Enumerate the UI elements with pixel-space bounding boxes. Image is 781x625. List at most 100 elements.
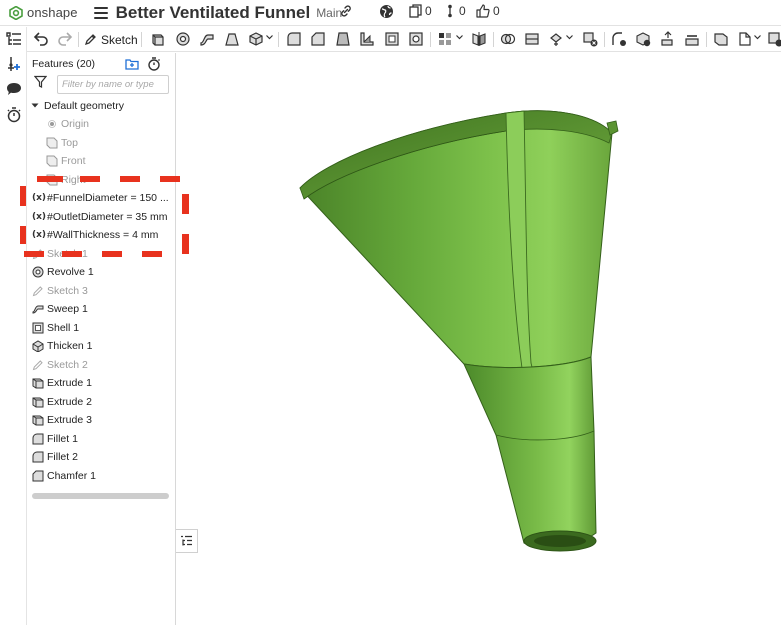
chamfer-tool-icon[interactable] [310, 31, 326, 47]
sweep-tool-icon[interactable] [199, 31, 215, 47]
list-item[interactable]: (x) #FunnelDiameter = 150 ... [32, 189, 180, 207]
fillet-icon [32, 433, 44, 445]
list-item[interactable]: Chamfer 1 [32, 467, 180, 485]
transform-tool-icon[interactable] [548, 31, 564, 47]
boolean-tool-icon[interactable] [500, 31, 516, 47]
replace-face-icon[interactable] [684, 31, 700, 47]
filter-icon[interactable] [34, 75, 47, 88]
sketch-label: Sketch [101, 32, 138, 47]
list-item[interactable]: (x) #WallThickness = 4 mm [32, 226, 180, 244]
chevron-down-icon[interactable] [754, 35, 761, 40]
list-item[interactable]: (x) #OutletDiameter = 35 mm [32, 208, 180, 226]
top-bar: onshape Better Ventilated Funnel Main 0 … [0, 0, 781, 26]
undo-icon[interactable] [33, 31, 49, 47]
variable-icon: (x) [32, 230, 47, 240]
plane-icon [46, 155, 58, 167]
list-item[interactable]: Fillet 2 [32, 448, 180, 466]
left-rail [0, 27, 27, 625]
likes-count: 0 [493, 4, 500, 18]
plane-tool-icon[interactable] [713, 31, 729, 47]
sketch-icon [32, 360, 43, 371]
origin-icon [48, 120, 56, 128]
shell-icon [32, 322, 44, 334]
hamburger-menu-icon[interactable] [93, 6, 108, 19]
link-icon[interactable] [339, 4, 353, 18]
pencil-icon [84, 34, 96, 46]
split-tool-icon[interactable] [524, 31, 540, 47]
rib-tool-icon[interactable] [359, 31, 375, 47]
chevron-down-icon[interactable] [456, 35, 463, 40]
hole-tool-icon[interactable] [408, 31, 424, 47]
thicken-tool-icon[interactable] [248, 31, 264, 47]
sketch-button[interactable]: Sketch [84, 30, 138, 49]
list-item[interactable]: Front [46, 152, 194, 170]
list-item[interactable]: Origin [46, 115, 194, 133]
extrude-tool-icon[interactable] [150, 31, 166, 47]
shell-tool-icon[interactable] [384, 31, 400, 47]
add-folder-icon[interactable] [125, 57, 139, 71]
list-item[interactable]: Extrude 2 [32, 393, 180, 411]
branches-count: 0 [459, 4, 466, 18]
globe-icon[interactable] [379, 4, 394, 19]
brand-name: onshape [27, 5, 78, 20]
chamfer-icon [32, 470, 44, 482]
delete-icon[interactable] [767, 31, 781, 47]
draft-tool-icon[interactable] [335, 31, 351, 47]
branches-counter[interactable]: 0 [446, 4, 466, 18]
chevron-down-icon[interactable] [266, 35, 273, 40]
list-item[interactable]: Thicken 1 [32, 337, 180, 355]
horizontal-scrollbar[interactable] [32, 493, 169, 499]
list-item[interactable]: Sweep 1 [32, 300, 180, 318]
history-stopwatch-icon[interactable] [6, 107, 22, 123]
revolve-tool-icon[interactable] [175, 31, 191, 47]
onshape-logo[interactable]: onshape [9, 5, 78, 20]
list-item[interactable]: Fillet 1 [32, 430, 180, 448]
mate-connector-icon[interactable] [737, 31, 753, 47]
onshape-app: onshape Better Ventilated Funnel Main 0 … [0, 0, 781, 625]
funnel-model[interactable] [176, 53, 781, 625]
delete-part-icon[interactable] [582, 31, 598, 47]
graphics-area[interactable] [176, 53, 781, 625]
list-item[interactable]: Shell 1 [32, 319, 180, 337]
fillet-tool-icon[interactable] [286, 31, 302, 47]
instances-icon[interactable] [6, 56, 22, 72]
list-item[interactable]: Top [46, 134, 194, 152]
list-item[interactable]: Extrude 3 [32, 411, 180, 429]
list-item[interactable]: Sketch 2 [32, 356, 180, 374]
redo-icon[interactable] [57, 31, 73, 47]
thicken-icon [32, 340, 44, 352]
document-title[interactable]: Better Ventilated Funnel [116, 3, 311, 23]
likes-counter[interactable]: 0 [476, 4, 500, 18]
mirror-tool-icon[interactable] [471, 31, 487, 47]
loft-tool-icon[interactable] [224, 31, 240, 47]
versions-icon [409, 4, 422, 18]
list-item[interactable]: Default geometry [31, 97, 179, 115]
move-face-icon[interactable] [660, 31, 676, 47]
list-item[interactable]: Sketch 3 [32, 282, 180, 300]
feature-list-icon[interactable] [6, 31, 22, 47]
funnel-neck [463, 356, 597, 548]
rollback-stopwatch-icon[interactable] [147, 57, 161, 71]
sketch-icon [32, 286, 43, 297]
branch-icon [448, 4, 452, 18]
extrude-icon [32, 397, 44, 408]
thumbs-up-icon [476, 4, 490, 18]
fillet-icon [32, 451, 44, 463]
list-item[interactable]: Revolve 1 [32, 263, 180, 281]
comments-icon[interactable] [6, 81, 22, 97]
delete-face-icon[interactable] [635, 31, 651, 47]
modify-fillet-icon[interactable] [611, 31, 627, 47]
filter-input[interactable] [57, 75, 169, 94]
variable-icon: (x) [32, 212, 47, 222]
caret-down-icon[interactable] [31, 103, 39, 109]
versions-count: 0 [425, 4, 432, 18]
feature-list-panel: Features (20) Default geometry Origin To… [28, 53, 176, 625]
chevron-down-icon[interactable] [566, 35, 573, 40]
list-tree-icon [181, 535, 192, 546]
pattern-tool-icon[interactable] [437, 31, 453, 47]
features-header: Features (20) [32, 58, 96, 70]
funnel-cone [299, 110, 613, 369]
expand-panel-button[interactable] [176, 529, 198, 553]
versions-counter[interactable]: 0 [409, 4, 432, 18]
list-item[interactable]: Extrude 1 [32, 374, 180, 392]
